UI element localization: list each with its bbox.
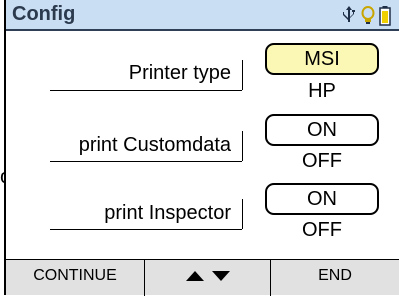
device-screen: Config Printer type MSI HP print Customd… — [4, 0, 399, 296]
print-customdata-label: print Customdata — [78, 134, 231, 156]
row-divider — [242, 131, 243, 161]
row-divider — [242, 199, 243, 229]
option-inspector-on[interactable]: ON — [265, 183, 379, 215]
option-hp[interactable]: HP — [265, 80, 379, 103]
softkey-bar: CONTINUE END — [6, 259, 399, 296]
option-msi[interactable]: MSI — [265, 43, 379, 75]
option-inspector-off[interactable]: OFF — [265, 219, 379, 242]
bulb-icon — [361, 6, 375, 24]
usb-icon — [343, 6, 356, 22]
print-inspector-label: print Inspector — [104, 202, 231, 224]
row-divider — [242, 60, 243, 90]
row-divider — [50, 90, 242, 91]
row-divider — [50, 161, 242, 162]
up-down-button[interactable] — [145, 260, 270, 296]
battery-icon — [379, 6, 391, 26]
up-down-arrows-icon — [185, 270, 230, 281]
row-divider — [50, 229, 242, 230]
option-customdata-on[interactable]: ON — [265, 114, 379, 146]
printer-type-label: Printer type — [128, 62, 231, 84]
option-customdata-off[interactable]: OFF — [265, 150, 379, 173]
end-button[interactable]: END — [271, 260, 399, 296]
page-title: Config — [12, 3, 76, 25]
title-bar: Config — [6, 0, 399, 31]
status-icons — [342, 6, 391, 26]
continue-button[interactable]: CONTINUE — [6, 260, 144, 296]
